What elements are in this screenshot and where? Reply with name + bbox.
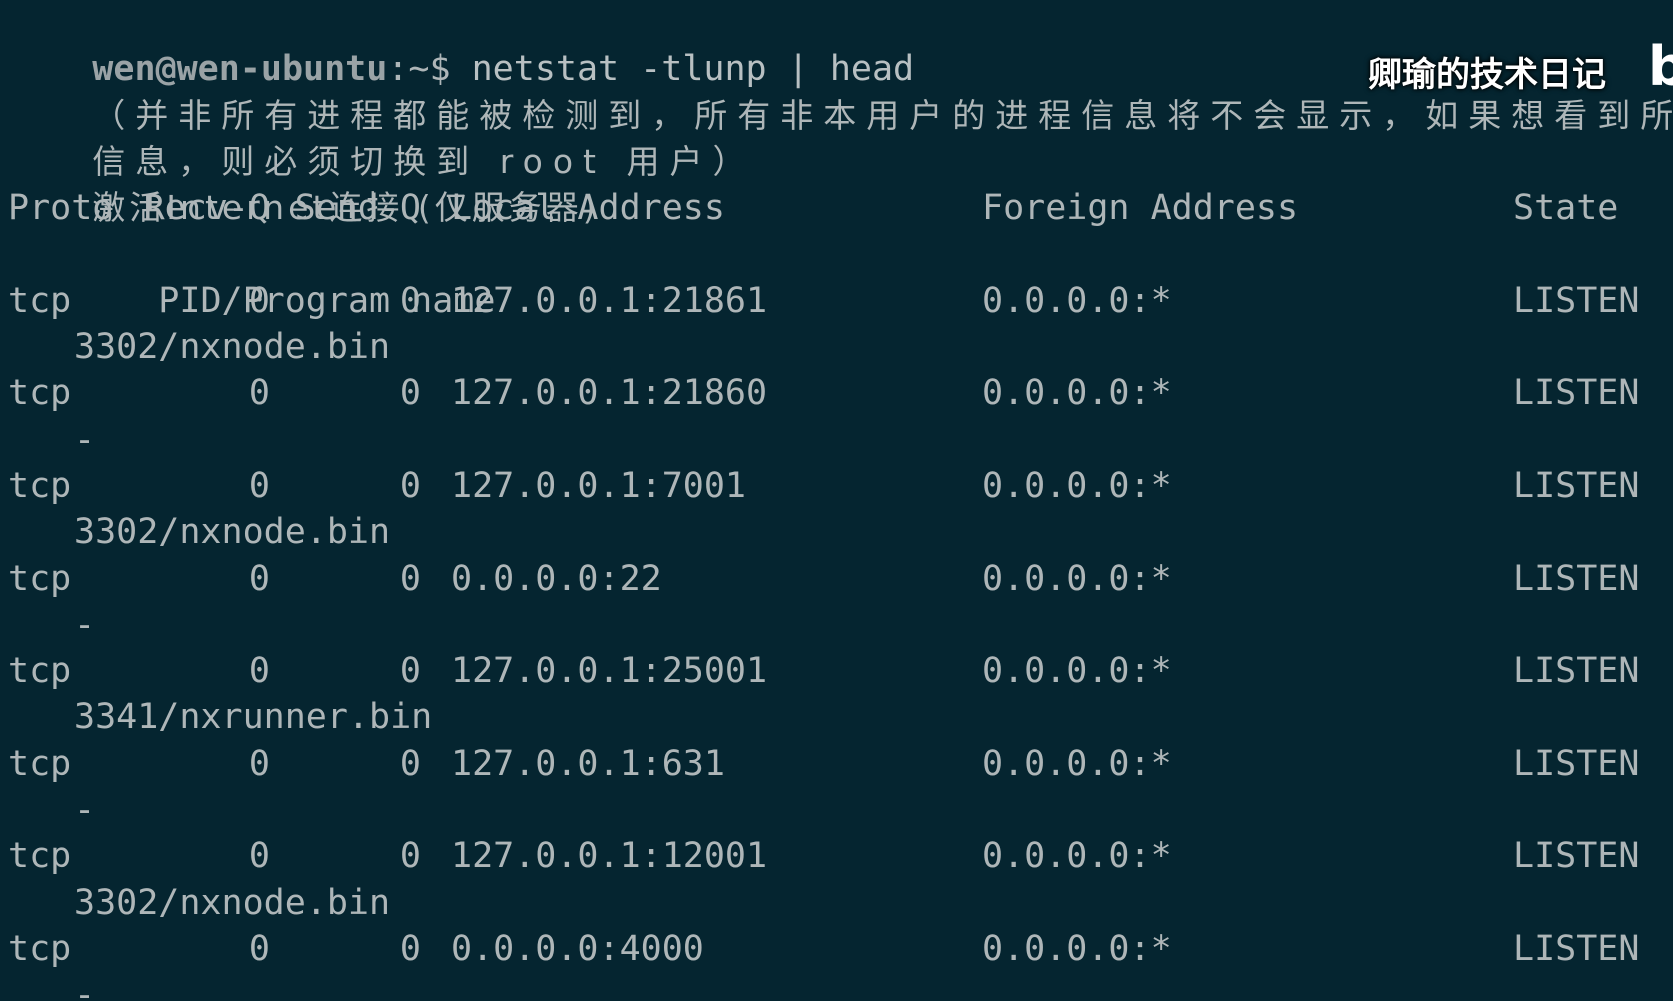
table-row: tcp 0 0 127.0.0.1:12001 0.0.0.0:* LISTEN	[8, 833, 1673, 879]
cell-state: LISTEN	[1513, 743, 1640, 784]
cell-local-address: 127.0.0.1:21860	[451, 373, 768, 414]
table-row: tcp 0 0 127.0.0.1:7001 0.0.0.0:* LISTEN	[8, 463, 1673, 509]
cell-pid-program: -	[74, 790, 96, 831]
cell-pid-program: -	[74, 604, 96, 645]
cell-state: LISTEN	[1513, 465, 1640, 506]
cell-send-q: 0	[399, 558, 421, 599]
cell-state: LISTEN	[1513, 373, 1640, 414]
cell-pid-program: 3302/nxnode.bin	[74, 512, 391, 553]
table-row-cont: -	[8, 972, 1673, 1001]
cell-send-q: 0	[399, 373, 421, 414]
cell-local-address: 127.0.0.1:631	[451, 743, 725, 784]
cell-foreign-address: 0.0.0.0:*	[982, 651, 1172, 692]
cell-local-address: 127.0.0.1:21861	[451, 280, 768, 321]
cell-send-q: 0	[399, 836, 421, 877]
header-send-q: Send-Q	[294, 188, 421, 229]
cell-state: LISTEN	[1513, 651, 1640, 692]
cell-local-address: 0.0.0.0:22	[451, 558, 662, 599]
cell-state: LISTEN	[1513, 928, 1640, 969]
cell-foreign-address: 0.0.0.0:*	[982, 373, 1172, 414]
cell-foreign-address: 0.0.0.0:*	[982, 743, 1172, 784]
connection-table: tcp 0 0 127.0.0.1:21861 0.0.0.0:* LISTEN 3302/…	[8, 278, 1673, 1001]
cell-state: LISTEN	[1513, 280, 1640, 321]
cell-send-q: 0	[399, 465, 421, 506]
cell-pid-program: -	[74, 975, 96, 1001]
table-row-cont: -	[8, 417, 1673, 463]
table-row-cont: -	[8, 602, 1673, 648]
cell-foreign-address: 0.0.0.0:*	[982, 280, 1172, 321]
cell-foreign-address: 0.0.0.0:*	[982, 465, 1172, 506]
table-row: tcp 0 0 127.0.0.1:25001 0.0.0.0:* LISTEN	[8, 648, 1673, 694]
header-row: Proto Recv-Q Send-Q Local Address Foreig…	[8, 185, 1673, 231]
table-row: tcp 0 0 0.0.0.0:4000 0.0.0.0:* LISTEN	[8, 926, 1673, 972]
cell-foreign-address: 0.0.0.0:*	[982, 558, 1172, 599]
cell-foreign-address: 0.0.0.0:*	[982, 836, 1172, 877]
table-row: tcp 0 0 127.0.0.1:21860 0.0.0.0:* LISTEN	[8, 370, 1673, 416]
table-row-cont: 3302/nxnode.bin	[8, 324, 1673, 370]
cell-pid-program: 3302/nxnode.bin	[74, 882, 391, 923]
table-row-cont: 3302/nxnode.bin	[8, 880, 1673, 926]
header-state: State	[1513, 188, 1619, 229]
watermark-text: 卿瑜的技术日记	[1368, 55, 1606, 95]
command-line: wen@wen-ubuntu:~$ netstat -tlunp | head	[8, 0, 1673, 89]
cell-state: LISTEN	[1513, 558, 1640, 599]
cell-foreign-address: 0.0.0.0:*	[982, 928, 1172, 969]
cell-send-q: 0	[399, 651, 421, 692]
table-row: tcp 0 0 127.0.0.1:631 0.0.0.0:* LISTEN	[8, 741, 1673, 787]
header-foreign-address: Foreign Address	[982, 188, 1299, 229]
cell-send-q: 0	[399, 928, 421, 969]
header-row-cont: PID/Program name	[8, 231, 1673, 321]
cell-pid-program: -	[74, 419, 96, 460]
table-row-cont: 3302/nxnode.bin	[8, 509, 1673, 555]
cell-send-q: 0	[399, 743, 421, 784]
cell-local-address: 127.0.0.1:12001	[451, 836, 768, 877]
header-local-address: Local Address	[451, 188, 725, 229]
terminal-window[interactable]: wen@wen-ubuntu:~$ netstat -tlunp | head …	[0, 0, 1673, 1001]
cell-local-address: 0.0.0.0:4000	[451, 928, 704, 969]
notice-line-2: 信息，则必须切换到 root 用户）	[8, 93, 1673, 181]
cell-state: LISTEN	[1513, 836, 1640, 877]
cell-local-address: 127.0.0.1:7001	[451, 465, 747, 506]
watermark-logo-icon: b	[1648, 35, 1673, 98]
table-row: tcp 0 0 127.0.0.1:21861 0.0.0.0:* LISTEN	[8, 278, 1673, 324]
cell-pid-program: 3302/nxnode.bin	[74, 327, 391, 368]
table-row: tcp 0 0 0.0.0.0:22 0.0.0.0:* LISTEN	[8, 556, 1673, 602]
table-row-cont: 3341/nxrunner.bin	[8, 694, 1673, 740]
cell-send-q: 0	[399, 280, 421, 321]
cell-local-address: 127.0.0.1:25001	[451, 651, 768, 692]
cell-pid-program: 3341/nxrunner.bin	[74, 697, 433, 738]
section-title: 激活Internet连接 (仅服务器)	[8, 139, 1673, 227]
table-row-cont: -	[8, 787, 1673, 833]
